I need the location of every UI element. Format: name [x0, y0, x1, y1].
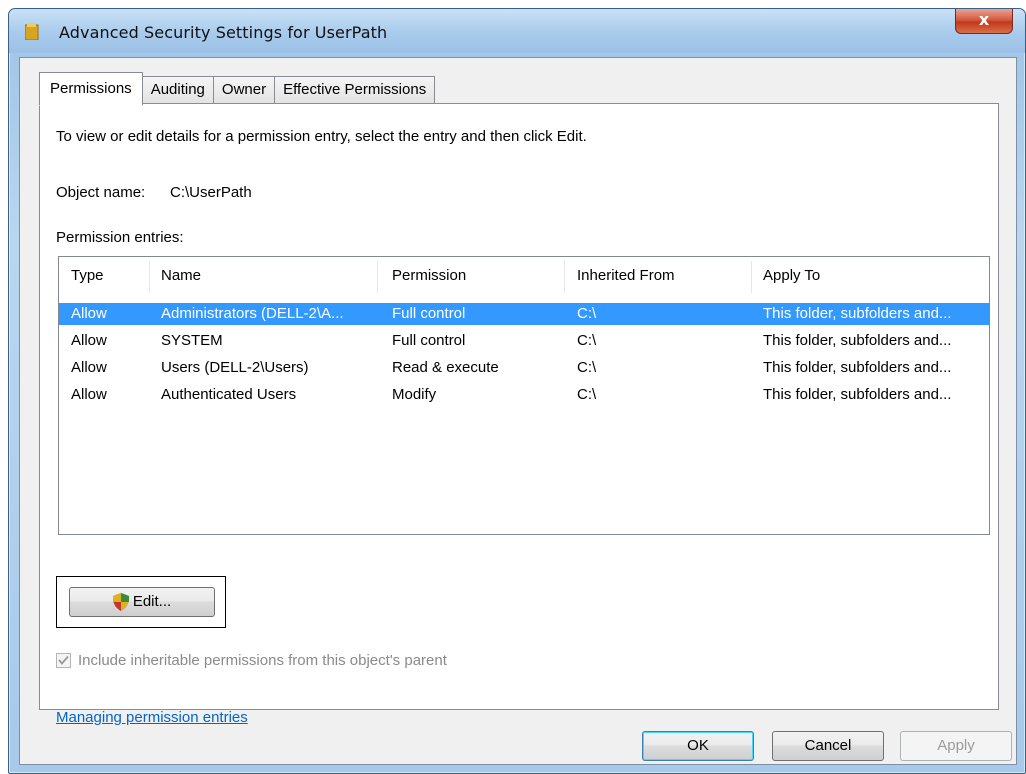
row-permission: Full control — [392, 332, 466, 349]
edit-button-highlight: Edit... — [56, 576, 226, 628]
list-header: Type Name Permission Inherited From Appl… — [59, 257, 989, 297]
column-separator[interactable] — [377, 261, 378, 293]
column-separator[interactable] — [564, 261, 565, 293]
cancel-button[interactable]: Cancel — [772, 731, 884, 761]
row-apply-to: This folder, subfolders and... — [763, 332, 952, 349]
managing-permission-entries-link[interactable]: Managing permission entries — [56, 709, 248, 726]
row-name: Users (DELL-2\Users) — [161, 359, 309, 376]
tab-auditing[interactable]: Auditing — [141, 76, 214, 103]
row-permission: Read & execute — [392, 359, 499, 376]
row-permission: Modify — [392, 386, 437, 403]
inherit-permissions-row: Include inheritable permissions from thi… — [56, 652, 447, 669]
column-separator[interactable] — [751, 261, 752, 293]
edit-button-label: Edit... — [132, 593, 172, 610]
table-row[interactable]: Allow Users (DELL-2\Users) Read & execut… — [59, 357, 989, 379]
row-name: SYSTEM — [161, 332, 223, 349]
row-inherited-from: C:\ — [577, 359, 597, 376]
object-name-label: Object name: — [56, 184, 146, 201]
row-inherited-from: C:\ — [577, 305, 597, 322]
advanced-security-settings-window: Advanced Security Settings for UserPath … — [8, 8, 1026, 774]
checkmark-icon — [58, 655, 69, 665]
inherit-permissions-label: Include inheritable permissions from thi… — [78, 652, 447, 669]
apply-button[interactable]: Apply — [900, 731, 1012, 761]
row-inherited-from: C:\ — [577, 386, 597, 403]
table-row[interactable]: Allow SYSTEM Full control C:\ This folde… — [59, 330, 989, 352]
permission-entries-list[interactable]: Type Name Permission Inherited From Appl… — [58, 256, 990, 535]
column-header-apply-to[interactable]: Apply To — [763, 267, 820, 284]
folder-icon — [25, 23, 39, 40]
table-row[interactable]: Allow Administrators (DELL-2\A... Full c… — [59, 303, 989, 325]
row-name: Authenticated Users — [161, 386, 297, 403]
row-apply-to: This folder, subfolders and... — [763, 359, 952, 376]
row-inherited-from: C:\ — [577, 332, 597, 349]
permission-entries-label: Permission entries: — [56, 229, 184, 246]
row-permission: Full control — [392, 305, 466, 322]
column-separator[interactable] — [149, 261, 150, 293]
row-name: Administrators (DELL-2\A... — [161, 305, 344, 322]
tab-strip: Permissions Auditing Owner Effective Per… — [39, 72, 436, 106]
tab-owner[interactable]: Owner — [212, 76, 276, 103]
instructions-text: To view or edit details for a permission… — [56, 128, 587, 145]
uac-shield-icon — [112, 593, 129, 612]
permissions-tab-page: To view or edit details for a permission… — [39, 103, 999, 726]
column-header-inherited-from[interactable]: Inherited From — [577, 267, 675, 284]
tab-effective-permissions[interactable]: Effective Permissions — [274, 76, 436, 103]
close-button[interactable]: x — [955, 9, 1013, 34]
title-bar[interactable]: Advanced Security Settings for UserPath … — [9, 9, 1025, 53]
row-type: Allow — [71, 305, 107, 322]
column-header-name[interactable]: Name — [161, 267, 201, 284]
row-apply-to: This folder, subfolders and... — [763, 386, 952, 403]
row-type: Allow — [71, 359, 107, 376]
column-header-type[interactable]: Type — [71, 267, 104, 284]
tab-permissions[interactable]: Permissions — [39, 72, 143, 106]
ok-button[interactable]: OK — [642, 731, 754, 761]
row-type: Allow — [71, 386, 107, 403]
column-header-permission[interactable]: Permission — [392, 267, 466, 284]
row-apply-to: This folder, subfolders and... — [763, 305, 952, 322]
inherit-permissions-checkbox[interactable] — [56, 653, 71, 668]
row-type: Allow — [71, 332, 107, 349]
dialog-client-area: Permissions Auditing Owner Effective Per… — [19, 57, 1017, 765]
window-title: Advanced Security Settings for UserPath — [59, 23, 388, 42]
edit-button[interactable]: Edit... — [69, 587, 215, 617]
table-row[interactable]: Allow Authenticated Users Modify C:\ Thi… — [59, 384, 989, 406]
object-name-value: C:\UserPath — [170, 184, 252, 201]
